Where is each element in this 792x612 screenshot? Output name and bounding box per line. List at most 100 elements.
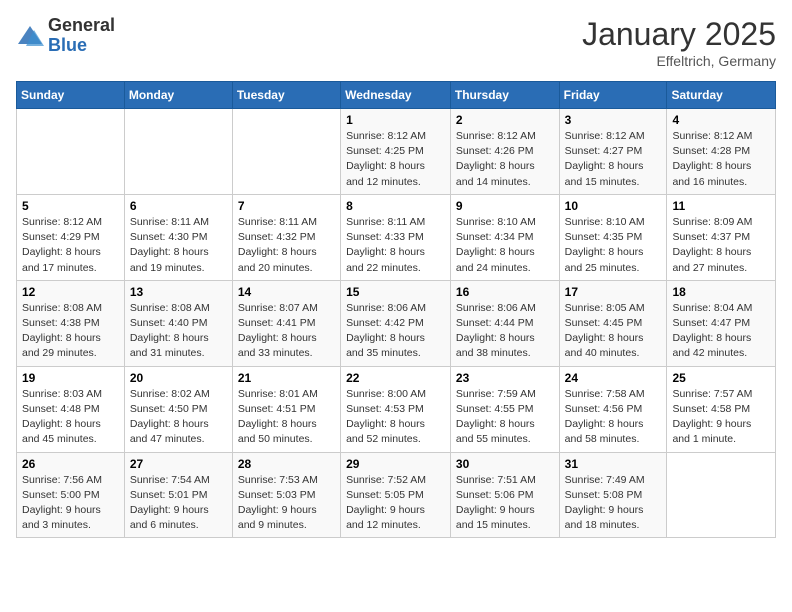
day-number: 27 xyxy=(130,457,227,471)
day-info: Sunrise: 7:49 AM Sunset: 5:08 PM Dayligh… xyxy=(565,473,662,534)
day-info: Sunrise: 7:51 AM Sunset: 5:06 PM Dayligh… xyxy=(456,473,554,534)
calendar-cell: 11 Sunrise: 8:09 AM Sunset: 4:37 PM Dayli… xyxy=(667,194,776,280)
calendar-week-row: 5Sunrise: 8:12 AM Sunset: 4:29 PM Daylig… xyxy=(17,194,776,280)
day-info: Sunrise: 7:58 AM Sunset: 4:56 PM Dayligh… xyxy=(565,387,662,448)
day-info: Sunrise: 8:02 AM Sunset: 4:50 PM Dayligh… xyxy=(130,387,227,448)
day-info: Sunrise: 8:08 AM Sunset: 4:38 PM Dayligh… xyxy=(22,301,119,362)
calendar-week-row: 12 Sunrise: 8:08 AM Sunset: 4:38 PM Dayli… xyxy=(17,280,776,366)
day-number: 21 xyxy=(238,371,335,385)
day-info: Sunrise: 7:57 AM Sunset: 4:58 PM Dayligh… xyxy=(672,387,770,448)
day-info: Sunrise: 8:01 AM Sunset: 4:51 PM Dayligh… xyxy=(238,387,335,448)
calendar-week-row: 1 Sunrise: 8:12 AM Sunset: 4:25 PM Daylig… xyxy=(17,109,776,195)
day-info: Sunrise: 8:00 AM Sunset: 4:53 PM Dayligh… xyxy=(346,387,445,448)
day-info: Sunrise: 8:08 AM Sunset: 4:40 PM Dayligh… xyxy=(130,301,227,362)
calendar-cell: 15 Sunrise: 8:06 AM Sunset: 4:42 PM Dayli… xyxy=(341,280,451,366)
calendar-cell: 20 Sunrise: 8:02 AM Sunset: 4:50 PM Dayli… xyxy=(124,366,232,452)
day-info: Sunrise: 7:53 AM Sunset: 5:03 PM Dayligh… xyxy=(238,473,335,534)
day-info: Sunrise: 8:09 AM Sunset: 4:37 PM Dayligh… xyxy=(672,215,770,276)
day-number: 9 xyxy=(456,199,554,213)
day-number: 8 xyxy=(346,199,445,213)
day-info: Sunrise: 7:59 AM Sunset: 4:55 PM Dayligh… xyxy=(456,387,554,448)
calendar-table: SundayMondayTuesdayWednesdayThursdayFrid… xyxy=(16,81,776,538)
logo-general: General xyxy=(48,16,115,36)
day-number: 28 xyxy=(238,457,335,471)
day-of-week-header: Saturday xyxy=(667,82,776,109)
day-number: 17 xyxy=(565,285,662,299)
day-info: Sunrise: 7:52 AM Sunset: 5:05 PM Dayligh… xyxy=(346,473,445,534)
calendar-cell: 27 Sunrise: 7:54 AM Sunset: 5:01 PM Dayli… xyxy=(124,452,232,538)
day-info: Sunrise: 8:12 AM Sunset: 4:27 PM Dayligh… xyxy=(565,129,662,190)
day-info: Sunrise: 7:54 AM Sunset: 5:01 PM Dayligh… xyxy=(130,473,227,534)
calendar-cell: 10 Sunrise: 8:10 AM Sunset: 4:35 PM Dayli… xyxy=(559,194,667,280)
calendar-cell: 1 Sunrise: 8:12 AM Sunset: 4:25 PM Daylig… xyxy=(341,109,451,195)
calendar-cell: 8 Sunrise: 8:11 AM Sunset: 4:33 PM Daylig… xyxy=(341,194,451,280)
day-number: 22 xyxy=(346,371,445,385)
day-number: 11 xyxy=(672,199,770,213)
day-number: 5 xyxy=(22,199,119,213)
calendar-week-row: 19 Sunrise: 8:03 AM Sunset: 4:48 PM Dayli… xyxy=(17,366,776,452)
day-of-week-header: Tuesday xyxy=(232,82,340,109)
day-number: 4 xyxy=(672,113,770,127)
day-number: 1 xyxy=(346,113,445,127)
calendar-cell: 29 Sunrise: 7:52 AM Sunset: 5:05 PM Dayli… xyxy=(341,452,451,538)
calendar-body: 1 Sunrise: 8:12 AM Sunset: 4:25 PM Daylig… xyxy=(17,109,776,538)
calendar-cell xyxy=(667,452,776,538)
calendar-header: SundayMondayTuesdayWednesdayThursdayFrid… xyxy=(17,82,776,109)
day-number: 15 xyxy=(346,285,445,299)
day-of-week-header: Thursday xyxy=(450,82,559,109)
day-number: 2 xyxy=(456,113,554,127)
day-number: 20 xyxy=(130,371,227,385)
location-subtitle: Effeltrich, Germany xyxy=(582,53,776,69)
day-number: 19 xyxy=(22,371,119,385)
day-of-week-header: Sunday xyxy=(17,82,125,109)
day-info: Sunrise: 8:05 AM Sunset: 4:45 PM Dayligh… xyxy=(565,301,662,362)
page-header: General Blue January 2025 Effeltrich, Ge… xyxy=(16,16,776,69)
day-info: Sunrise: 8:12 AM Sunset: 4:25 PM Dayligh… xyxy=(346,129,445,190)
day-info: Sunrise: 8:12 AM Sunset: 4:28 PM Dayligh… xyxy=(672,129,770,190)
logo-blue: Blue xyxy=(48,36,115,56)
day-of-week-header: Monday xyxy=(124,82,232,109)
calendar-cell: 6Sunrise: 8:11 AM Sunset: 4:30 PM Daylig… xyxy=(124,194,232,280)
calendar-cell: 13 Sunrise: 8:08 AM Sunset: 4:40 PM Dayli… xyxy=(124,280,232,366)
day-number: 6 xyxy=(130,199,227,213)
calendar-cell: 12 Sunrise: 8:08 AM Sunset: 4:38 PM Dayli… xyxy=(17,280,125,366)
day-number: 29 xyxy=(346,457,445,471)
day-number: 31 xyxy=(565,457,662,471)
day-number: 10 xyxy=(565,199,662,213)
header-row: SundayMondayTuesdayWednesdayThursdayFrid… xyxy=(17,82,776,109)
calendar-cell: 24 Sunrise: 7:58 AM Sunset: 4:56 PM Dayli… xyxy=(559,366,667,452)
day-number: 13 xyxy=(130,285,227,299)
calendar-cell: 17 Sunrise: 8:05 AM Sunset: 4:45 PM Dayli… xyxy=(559,280,667,366)
day-number: 30 xyxy=(456,457,554,471)
calendar-cell: 22 Sunrise: 8:00 AM Sunset: 4:53 PM Dayli… xyxy=(341,366,451,452)
calendar-cell: 19 Sunrise: 8:03 AM Sunset: 4:48 PM Dayli… xyxy=(17,366,125,452)
calendar-cell: 7Sunrise: 8:11 AM Sunset: 4:32 PM Daylig… xyxy=(232,194,340,280)
calendar-cell xyxy=(232,109,340,195)
day-info: Sunrise: 8:03 AM Sunset: 4:48 PM Dayligh… xyxy=(22,387,119,448)
day-number: 16 xyxy=(456,285,554,299)
day-of-week-header: Wednesday xyxy=(341,82,451,109)
day-info: Sunrise: 8:10 AM Sunset: 4:34 PM Dayligh… xyxy=(456,215,554,276)
logo: General Blue xyxy=(16,16,115,56)
day-info: Sunrise: 8:06 AM Sunset: 4:42 PM Dayligh… xyxy=(346,301,445,362)
month-title: January 2025 xyxy=(582,16,776,53)
day-number: 14 xyxy=(238,285,335,299)
day-number: 18 xyxy=(672,285,770,299)
calendar-cell xyxy=(124,109,232,195)
day-info: Sunrise: 8:11 AM Sunset: 4:33 PM Dayligh… xyxy=(346,215,445,276)
day-number: 12 xyxy=(22,285,119,299)
day-number: 23 xyxy=(456,371,554,385)
day-number: 25 xyxy=(672,371,770,385)
calendar-cell: 25 Sunrise: 7:57 AM Sunset: 4:58 PM Dayli… xyxy=(667,366,776,452)
day-number: 24 xyxy=(565,371,662,385)
calendar-cell: 16Sunrise: 8:06 AM Sunset: 4:44 PM Dayli… xyxy=(450,280,559,366)
day-info: Sunrise: 8:04 AM Sunset: 4:47 PM Dayligh… xyxy=(672,301,770,362)
day-info: Sunrise: 8:10 AM Sunset: 4:35 PM Dayligh… xyxy=(565,215,662,276)
day-info: Sunrise: 7:56 AM Sunset: 5:00 PM Dayligh… xyxy=(22,473,119,534)
day-number: 26 xyxy=(22,457,119,471)
title-block: January 2025 Effeltrich, Germany xyxy=(582,16,776,69)
logo-text: General Blue xyxy=(48,16,115,56)
calendar-cell: 26 Sunrise: 7:56 AM Sunset: 5:00 PM Dayli… xyxy=(17,452,125,538)
day-info: Sunrise: 8:12 AM Sunset: 4:26 PM Dayligh… xyxy=(456,129,554,190)
calendar-cell: 9 Sunrise: 8:10 AM Sunset: 4:34 PM Daylig… xyxy=(450,194,559,280)
